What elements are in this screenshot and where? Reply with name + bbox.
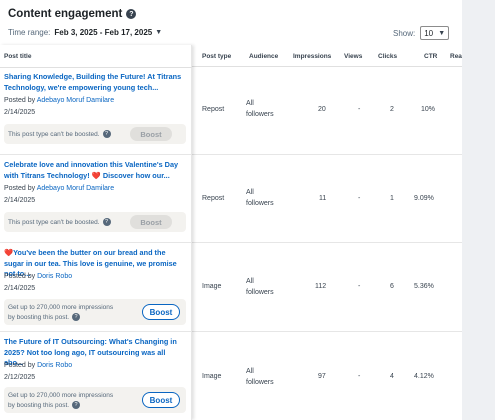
- post-title-column: Post title Sharing Knowledge, Building t…: [0, 45, 192, 420]
- column-header-clicks[interactable]: Clicks: [378, 53, 397, 60]
- section-header: Content engagement ?: [8, 8, 137, 20]
- time-range-value: Feb 3, 2025 - Feb 17, 2025: [54, 28, 153, 37]
- caret-down-icon: ▼: [438, 29, 446, 37]
- time-range-filter: Time range: Feb 3, 2025 - Feb 17, 2025 ▼: [8, 28, 162, 37]
- boost-unavailable-box: This post type can't be boosted. ? Boost: [4, 212, 186, 232]
- clicks-cell: 4: [390, 373, 394, 380]
- post-date: 2/14/2025: [4, 109, 36, 116]
- audience-cell-line1: All: [246, 278, 254, 285]
- show-count-value: 10: [424, 28, 434, 38]
- column-header-post-title[interactable]: Post title: [4, 53, 31, 60]
- post-author: Posted by Doris Robo: [4, 273, 72, 280]
- boost-unavailable-message: This post type can't be boosted.: [8, 130, 100, 138]
- post-author: Posted by Doris Robo: [4, 362, 72, 369]
- section-title: Content engagement: [8, 8, 123, 20]
- boost-unavailable-box: This post type can't be boosted. ? Boost: [4, 124, 186, 144]
- column-header-views[interactable]: Views: [344, 53, 362, 60]
- caret-down-icon: ▼: [155, 29, 163, 36]
- post-type-cell: Image: [202, 283, 222, 290]
- audience-cell-line1: All: [246, 100, 254, 107]
- column-header-impressions[interactable]: Impressions: [293, 53, 331, 60]
- ctr-cell: 5.36%: [414, 283, 434, 290]
- audience-cell-line1: All: [246, 368, 254, 375]
- time-range-dropdown[interactable]: Feb 3, 2025 - Feb 17, 2025 ▼: [54, 28, 162, 37]
- post-link[interactable]: Sharing Knowledge, Building the Future! …: [4, 72, 184, 93]
- posted-by-label: Posted by: [4, 185, 36, 192]
- post-date: 2/12/2025: [4, 374, 36, 381]
- views-cell: -: [358, 373, 361, 380]
- show-count-select[interactable]: 10 ▼: [420, 26, 450, 40]
- ctr-cell: 4.12%: [414, 373, 434, 380]
- impressions-cell: 112: [315, 283, 327, 290]
- posted-by-label: Posted by: [4, 362, 36, 369]
- column-header-ctr[interactable]: CTR: [424, 53, 437, 60]
- author-link[interactable]: Adebayo Moruf Damilare: [37, 185, 114, 192]
- author-link[interactable]: Doris Robo: [37, 362, 72, 369]
- post-type-cell: Image: [202, 373, 222, 380]
- audience-cell-line2: followers: [246, 200, 274, 207]
- question-circle-icon[interactable]: ?: [102, 130, 111, 138]
- post-cell: ❤️You've been the butter on our bread an…: [0, 243, 192, 332]
- content-engagement-panel: Content engagement ? Time range: Feb 3, …: [0, 0, 462, 420]
- boost-promo-line1: Get up to 270,000 more impressions: [8, 304, 114, 311]
- boost-promo-line2-wrap: by boosting this post. ?: [8, 401, 81, 409]
- post-type-cell: Repost: [202, 106, 225, 113]
- post-date: 2/14/2025: [4, 285, 36, 292]
- posted-by-label: Posted by: [4, 97, 36, 104]
- column-header-post-type[interactable]: Post type: [202, 53, 231, 60]
- author-link[interactable]: Adebayo Moruf Damilare: [37, 97, 114, 104]
- question-circle-icon[interactable]: ?: [72, 401, 81, 409]
- boost-button[interactable]: Boost: [142, 304, 180, 320]
- boost-promo-box: Get up to 270,000 more impressions by bo…: [4, 299, 186, 325]
- impressions-cell: 97: [318, 373, 326, 380]
- boost-promo-line2-wrap: by boosting this post. ?: [8, 313, 81, 321]
- ctr-cell: 9.09%: [414, 195, 434, 202]
- clicks-cell: 2: [390, 106, 394, 113]
- ctr-cell: 10%: [421, 106, 436, 113]
- show-count-filter: Show: 10 ▼: [393, 26, 450, 40]
- posted-by-label: Posted by: [4, 273, 36, 280]
- column-header-audience[interactable]: Audience: [249, 53, 278, 60]
- audience-cell-line1: All: [246, 189, 254, 196]
- clicks-cell: 6: [390, 283, 394, 290]
- post-author: Posted by Adebayo Moruf Damilare: [4, 185, 114, 192]
- boost-promo-line2: by boosting this post.: [8, 401, 70, 409]
- boost-button-disabled: Boost: [130, 127, 172, 141]
- question-circle-icon[interactable]: ?: [72, 313, 81, 321]
- boost-button[interactable]: Boost: [142, 392, 180, 408]
- question-circle-icon[interactable]: ?: [102, 218, 111, 226]
- time-range-label: Time range:: [8, 28, 51, 37]
- post-cell: Celebrate love and innovation this Valen…: [0, 155, 192, 243]
- post-cell: Sharing Knowledge, Building the Future! …: [0, 68, 192, 155]
- question-circle-icon[interactable]: ?: [126, 9, 137, 19]
- boost-button-disabled: Boost: [130, 215, 172, 229]
- show-label: Show:: [393, 28, 416, 38]
- audience-cell-line2: followers: [246, 379, 274, 386]
- post-link[interactable]: Celebrate love and innovation this Valen…: [4, 160, 184, 181]
- boost-promo-line2: by boosting this post.: [8, 313, 70, 321]
- author-link[interactable]: Doris Robo: [37, 273, 72, 280]
- boost-unavailable-message: This post type can't be boosted.: [8, 218, 100, 226]
- post-cell: The Future of IT Outsourcing: What's Cha…: [0, 332, 192, 420]
- audience-cell-line2: followers: [246, 289, 274, 296]
- post-author: Posted by Adebayo Moruf Damilare: [4, 97, 114, 104]
- boost-promo-box: Get up to 270,000 more impressions by bo…: [4, 387, 186, 413]
- post-date: 2/14/2025: [4, 197, 36, 204]
- clicks-cell: 1: [390, 195, 394, 202]
- views-cell: -: [358, 106, 361, 113]
- boost-promo-line1: Get up to 270,000 more impressions: [8, 392, 114, 399]
- audience-cell-line2: followers: [246, 111, 274, 118]
- views-cell: -: [358, 283, 361, 290]
- impressions-cell: 11: [319, 195, 327, 202]
- impressions-cell: 20: [318, 106, 326, 113]
- post-type-cell: Repost: [202, 195, 225, 202]
- views-cell: -: [358, 195, 361, 202]
- column-header-reactions[interactable]: Rea: [450, 53, 462, 60]
